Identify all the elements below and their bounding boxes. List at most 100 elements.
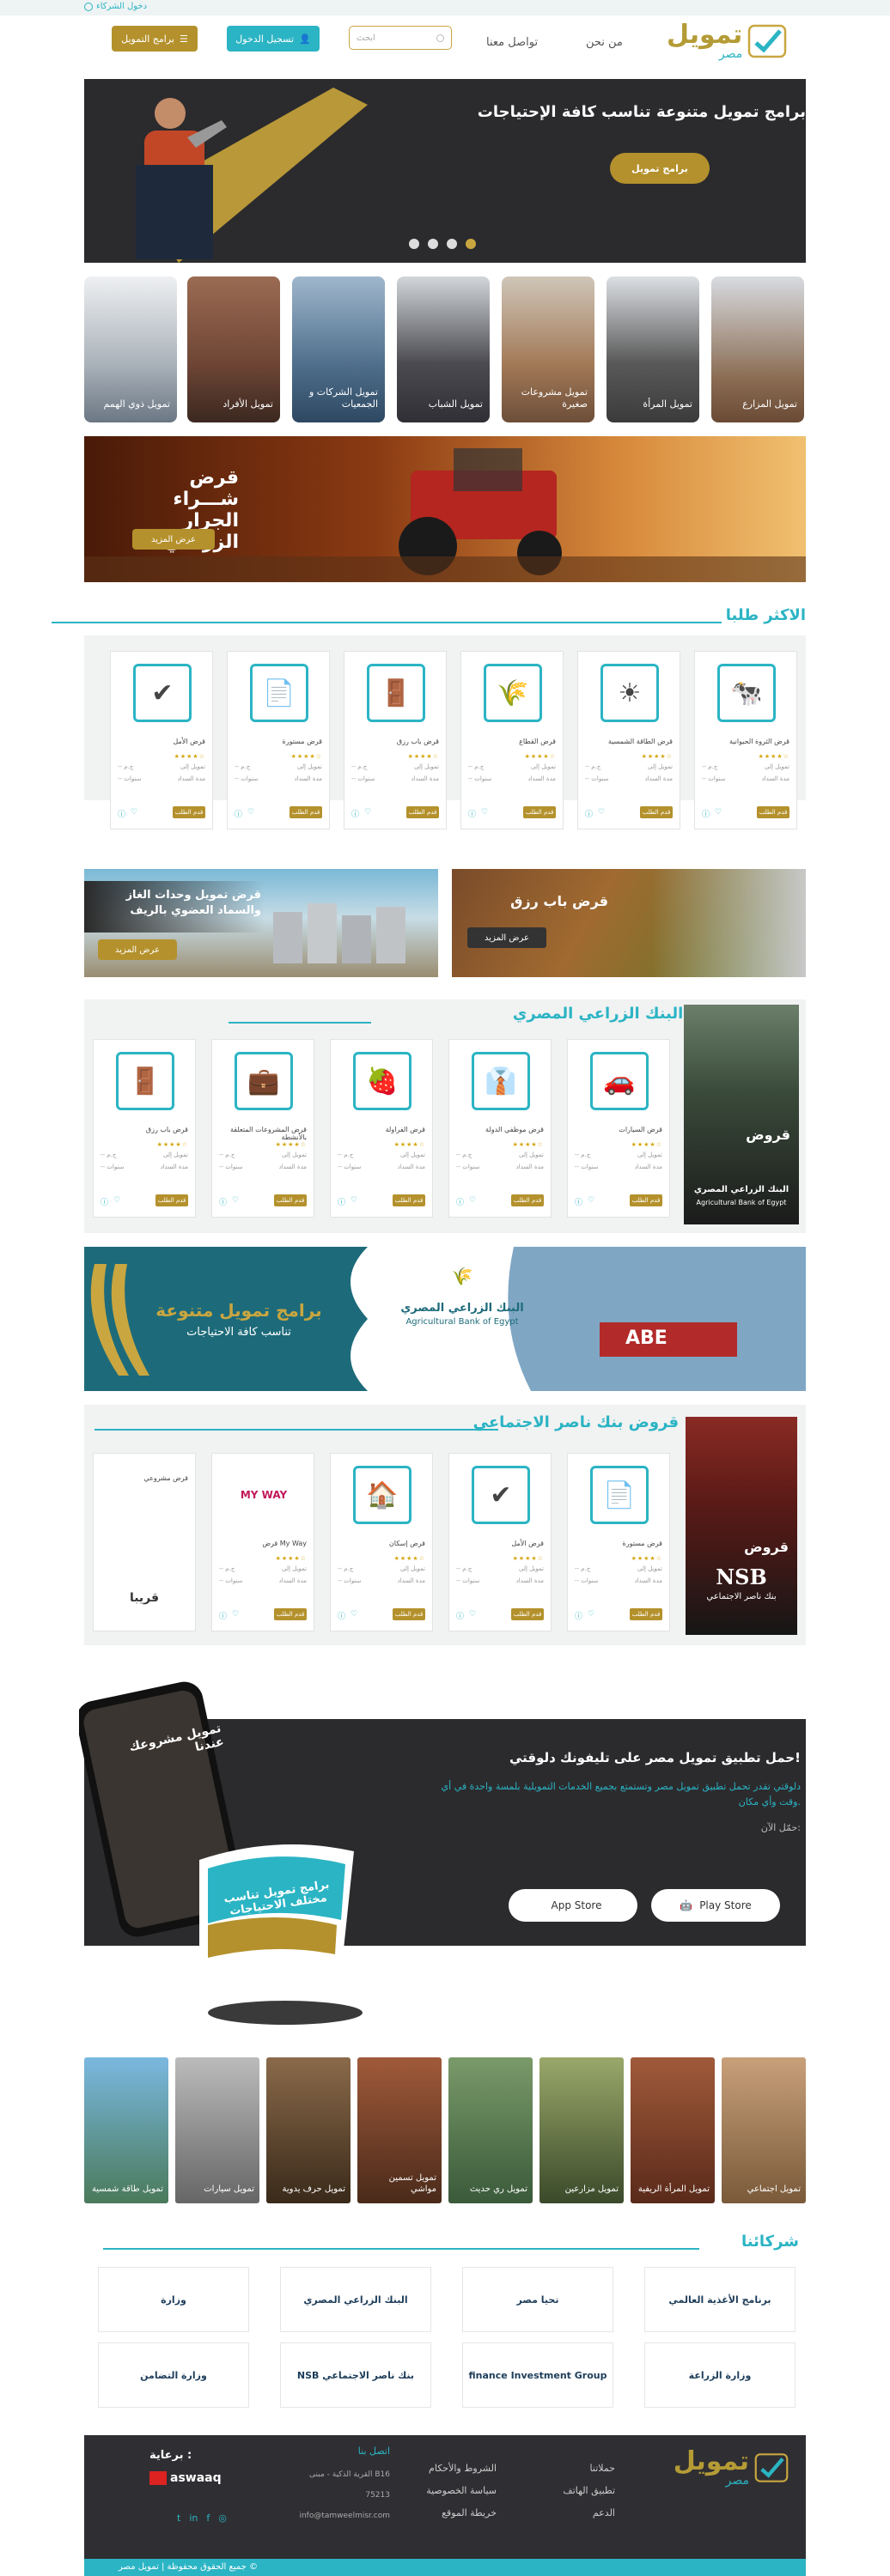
loan-card[interactable]: 📄 قرض مستورة ★★★★☆ -- ج.م تمويل إلى -- سنوات م… — [567, 1453, 670, 1631]
loan-card[interactable]: MY WAY قرض My Way ★★★★☆ -- ج.م تمويل إلى -- س… — [211, 1453, 314, 1631]
apply-button[interactable]: قدم الطلب — [393, 1194, 425, 1206]
loan-card[interactable]: ☀ قرض الطاقة الشمسية ★★★★☆ -- ج.م تمويل إلى -… — [577, 651, 680, 829]
tractor-banner[interactable]: قرض شـــراء الجرار الزراعي عرض المزيد — [84, 436, 806, 582]
category-companies[interactable]: تمويل الشركات و الجمعيات — [292, 276, 385, 422]
category-individuals[interactable]: تمويل الأفراد — [187, 276, 280, 422]
facebook-icon[interactable]: f — [206, 2512, 210, 2524]
favorite-icon[interactable]: ♡ — [131, 808, 137, 819]
service-tile[interactable]: تمويل اجتماعي — [722, 2057, 806, 2203]
apply-button[interactable]: قدم الطلب — [274, 1194, 307, 1206]
category-farmer[interactable]: تمويل المزارع — [711, 276, 804, 422]
partner-logo[interactable]: البنك الزراعي المصري — [280, 2267, 431, 2332]
favorite-icon[interactable]: ♡ — [364, 808, 371, 819]
partner-logo[interactable]: وزارة — [98, 2267, 249, 2332]
category-women[interactable]: تمويل المرأة — [607, 276, 699, 422]
loan-card[interactable]: 🐄 قرض الثروة الحيوانية ★★★★☆ -- ج.م تمويل إل… — [694, 651, 797, 829]
hero-dot-1[interactable] — [409, 239, 419, 249]
hero-dot-3[interactable] — [447, 239, 457, 249]
twitter-icon[interactable]: t — [177, 2512, 180, 2524]
linkedin-icon[interactable]: in — [189, 2512, 198, 2524]
info-icon[interactable]: ⓘ — [585, 808, 593, 819]
app-store-button[interactable]: App Store — [509, 1889, 637, 1922]
loan-card[interactable]: 📄 قرض مستورة ★★★★☆ -- ج.م تمويل إلى -- سنوات م… — [227, 651, 330, 829]
hero-dot-4[interactable] — [466, 239, 476, 249]
service-tile[interactable]: تمويل حرف يدوية — [266, 2057, 351, 2203]
partner-logo[interactable]: تحيا مصر — [462, 2267, 613, 2332]
apply-button[interactable]: قدم الطلب — [290, 806, 322, 818]
footer-link-sitemap[interactable]: خريطة الموقع — [426, 2502, 497, 2524]
apply-button[interactable]: قدم الطلب — [511, 1194, 544, 1206]
partner-logo[interactable]: finance Investment Group — [462, 2342, 613, 2408]
nav-about[interactable]: من نحن — [586, 36, 623, 49]
info-icon[interactable]: ⓘ — [338, 1196, 345, 1207]
apply-button[interactable]: قدم الطلب — [155, 1194, 188, 1206]
favorite-icon[interactable]: ♡ — [232, 1196, 239, 1207]
play-store-button[interactable]: 🤖 Play Store — [651, 1889, 780, 1922]
info-icon[interactable]: ⓘ — [468, 808, 476, 819]
favorite-icon[interactable]: ♡ — [351, 1196, 357, 1207]
favorite-icon[interactable]: ♡ — [588, 1196, 594, 1207]
footer-logo[interactable]: تمويل مصر — [674, 2449, 789, 2487]
agri-bank-side-banner[interactable]: قروض البنك الزراعي المصري Agricultural B… — [684, 1005, 799, 1224]
service-tile[interactable]: تمويل طاقة شمسية — [84, 2057, 168, 2203]
favorite-icon[interactable]: ♡ — [588, 1610, 594, 1621]
apply-button[interactable]: قدم الطلب — [173, 806, 205, 818]
favorite-icon[interactable]: ♡ — [113, 1196, 120, 1207]
apply-button[interactable]: قدم الطلب — [406, 806, 439, 818]
apply-button[interactable]: قدم الطلب — [630, 1608, 662, 1620]
promo-more-button[interactable]: عرض المزيد — [467, 927, 546, 948]
service-tile[interactable]: تمويل تسمين مواشي — [357, 2057, 442, 2203]
loan-card[interactable]: 🍓 قرض الفراولة ★★★★☆ -- ج.م تمويل إلى -- سنوا… — [330, 1039, 433, 1218]
info-icon[interactable]: ⓘ — [456, 1196, 464, 1207]
apply-button[interactable]: قدم الطلب — [630, 1194, 662, 1206]
loan-card[interactable]: قرض مشروعي قريبا — [93, 1453, 196, 1631]
footer-link-support[interactable]: الدعم — [563, 2502, 615, 2524]
category-small-projects[interactable]: تمويل مشروعات صغيرة — [502, 276, 594, 422]
info-icon[interactable]: ⓘ — [118, 808, 125, 819]
info-icon[interactable]: ⓘ — [338, 1610, 345, 1621]
footer-link-mobile-app[interactable]: تطبيق الهاتف — [563, 2480, 615, 2502]
loan-card[interactable]: 🚪 قرض باب رزق ★★★★☆ -- ج.م تمويل إلى -- سنوات… — [93, 1039, 196, 1218]
favorite-icon[interactable]: ♡ — [598, 808, 605, 819]
service-tile[interactable]: تمويل سيارات — [175, 2057, 259, 2203]
tractor-more-button[interactable]: عرض المزيد — [132, 529, 215, 550]
favorite-icon[interactable]: ♡ — [469, 1196, 476, 1207]
loan-card[interactable]: 🚪 قرض باب رزق ★★★★☆ -- ج.م تمويل إلى -- سنوات… — [344, 651, 447, 829]
promo-banner-biogas[interactable]: قرض تمويل وحدات الغاز والسماد العضوي بال… — [84, 869, 438, 977]
loan-card[interactable]: 🏠 قرض إسكان ★★★★☆ -- ج.م تمويل إلى -- سنوات مد… — [330, 1453, 433, 1631]
sponsor-logo[interactable]: aswaaq — [149, 2471, 222, 2485]
login-button[interactable]: تسجيل الدخول 👤 — [227, 26, 320, 52]
instagram-icon[interactable]: ◎ — [218, 2512, 227, 2524]
service-tile[interactable]: تمويل مزارعين — [539, 2057, 624, 2203]
category-youth[interactable]: تمويل الشباب — [397, 276, 490, 422]
apply-button[interactable]: قدم الطلب — [523, 806, 556, 818]
info-icon[interactable]: ⓘ — [219, 1610, 227, 1621]
favorite-icon[interactable]: ♡ — [481, 808, 488, 819]
loan-card[interactable]: ✔ قرض الأمل ★★★★☆ -- ج.م تمويل إلى -- سنوات مد… — [448, 1453, 552, 1631]
footer-link-terms[interactable]: الشروط والأحكام — [426, 2458, 497, 2480]
nav-contact[interactable]: تواصل معنا — [486, 36, 538, 49]
partner-logo[interactable]: وزارة الزراعة — [644, 2342, 796, 2408]
search-input[interactable]: ابحث — [349, 26, 452, 50]
category-disabled[interactable]: تمويل ذوي الهمم — [84, 276, 177, 422]
apply-button[interactable]: قدم الطلب — [511, 1608, 544, 1620]
site-logo[interactable]: تمويل مصر — [667, 22, 787, 60]
partner-logo[interactable]: NSB بنك ناصر الاجتماعي — [280, 2342, 431, 2408]
nasser-bank-side-banner[interactable]: قروض NSB بنك ناصر الاجتماعي — [686, 1417, 797, 1635]
favorite-icon[interactable]: ♡ — [469, 1610, 476, 1621]
partners-login-link[interactable]: دخول الشركاء — [84, 2, 147, 11]
favorite-icon[interactable]: ♡ — [715, 808, 722, 819]
footer-phone[interactable]: 75213 — [268, 2485, 390, 2506]
info-icon[interactable]: ⓘ — [575, 1610, 582, 1621]
loan-card[interactable]: ✔ قرض الأمل ★★★★☆ -- ج.م تمويل إلى -- سنوات مد… — [110, 651, 213, 829]
footer-link-privacy[interactable]: سياسة الخصوصية — [426, 2480, 497, 2502]
promo-more-button[interactable]: عرض المزيد — [98, 939, 177, 960]
hero-slider[interactable]: برامج تمويل متنوعة تناسب كافة الإحتياجات… — [84, 79, 806, 263]
loan-card[interactable]: 🚗 قرض السيارات ★★★★☆ -- ج.م تمويل إلى -- سنوا… — [567, 1039, 670, 1218]
favorite-icon[interactable]: ♡ — [351, 1610, 357, 1621]
info-icon[interactable]: ⓘ — [351, 808, 359, 819]
service-tile[interactable]: تمويل المرأة الريفية — [631, 2057, 715, 2203]
partner-logo[interactable]: وزارة التضامن — [98, 2342, 249, 2408]
info-icon[interactable]: ⓘ — [219, 1196, 227, 1207]
abe-banner[interactable]: برامج تمويل متنوعة تناسب كافة الاحتياجات… — [84, 1247, 806, 1391]
